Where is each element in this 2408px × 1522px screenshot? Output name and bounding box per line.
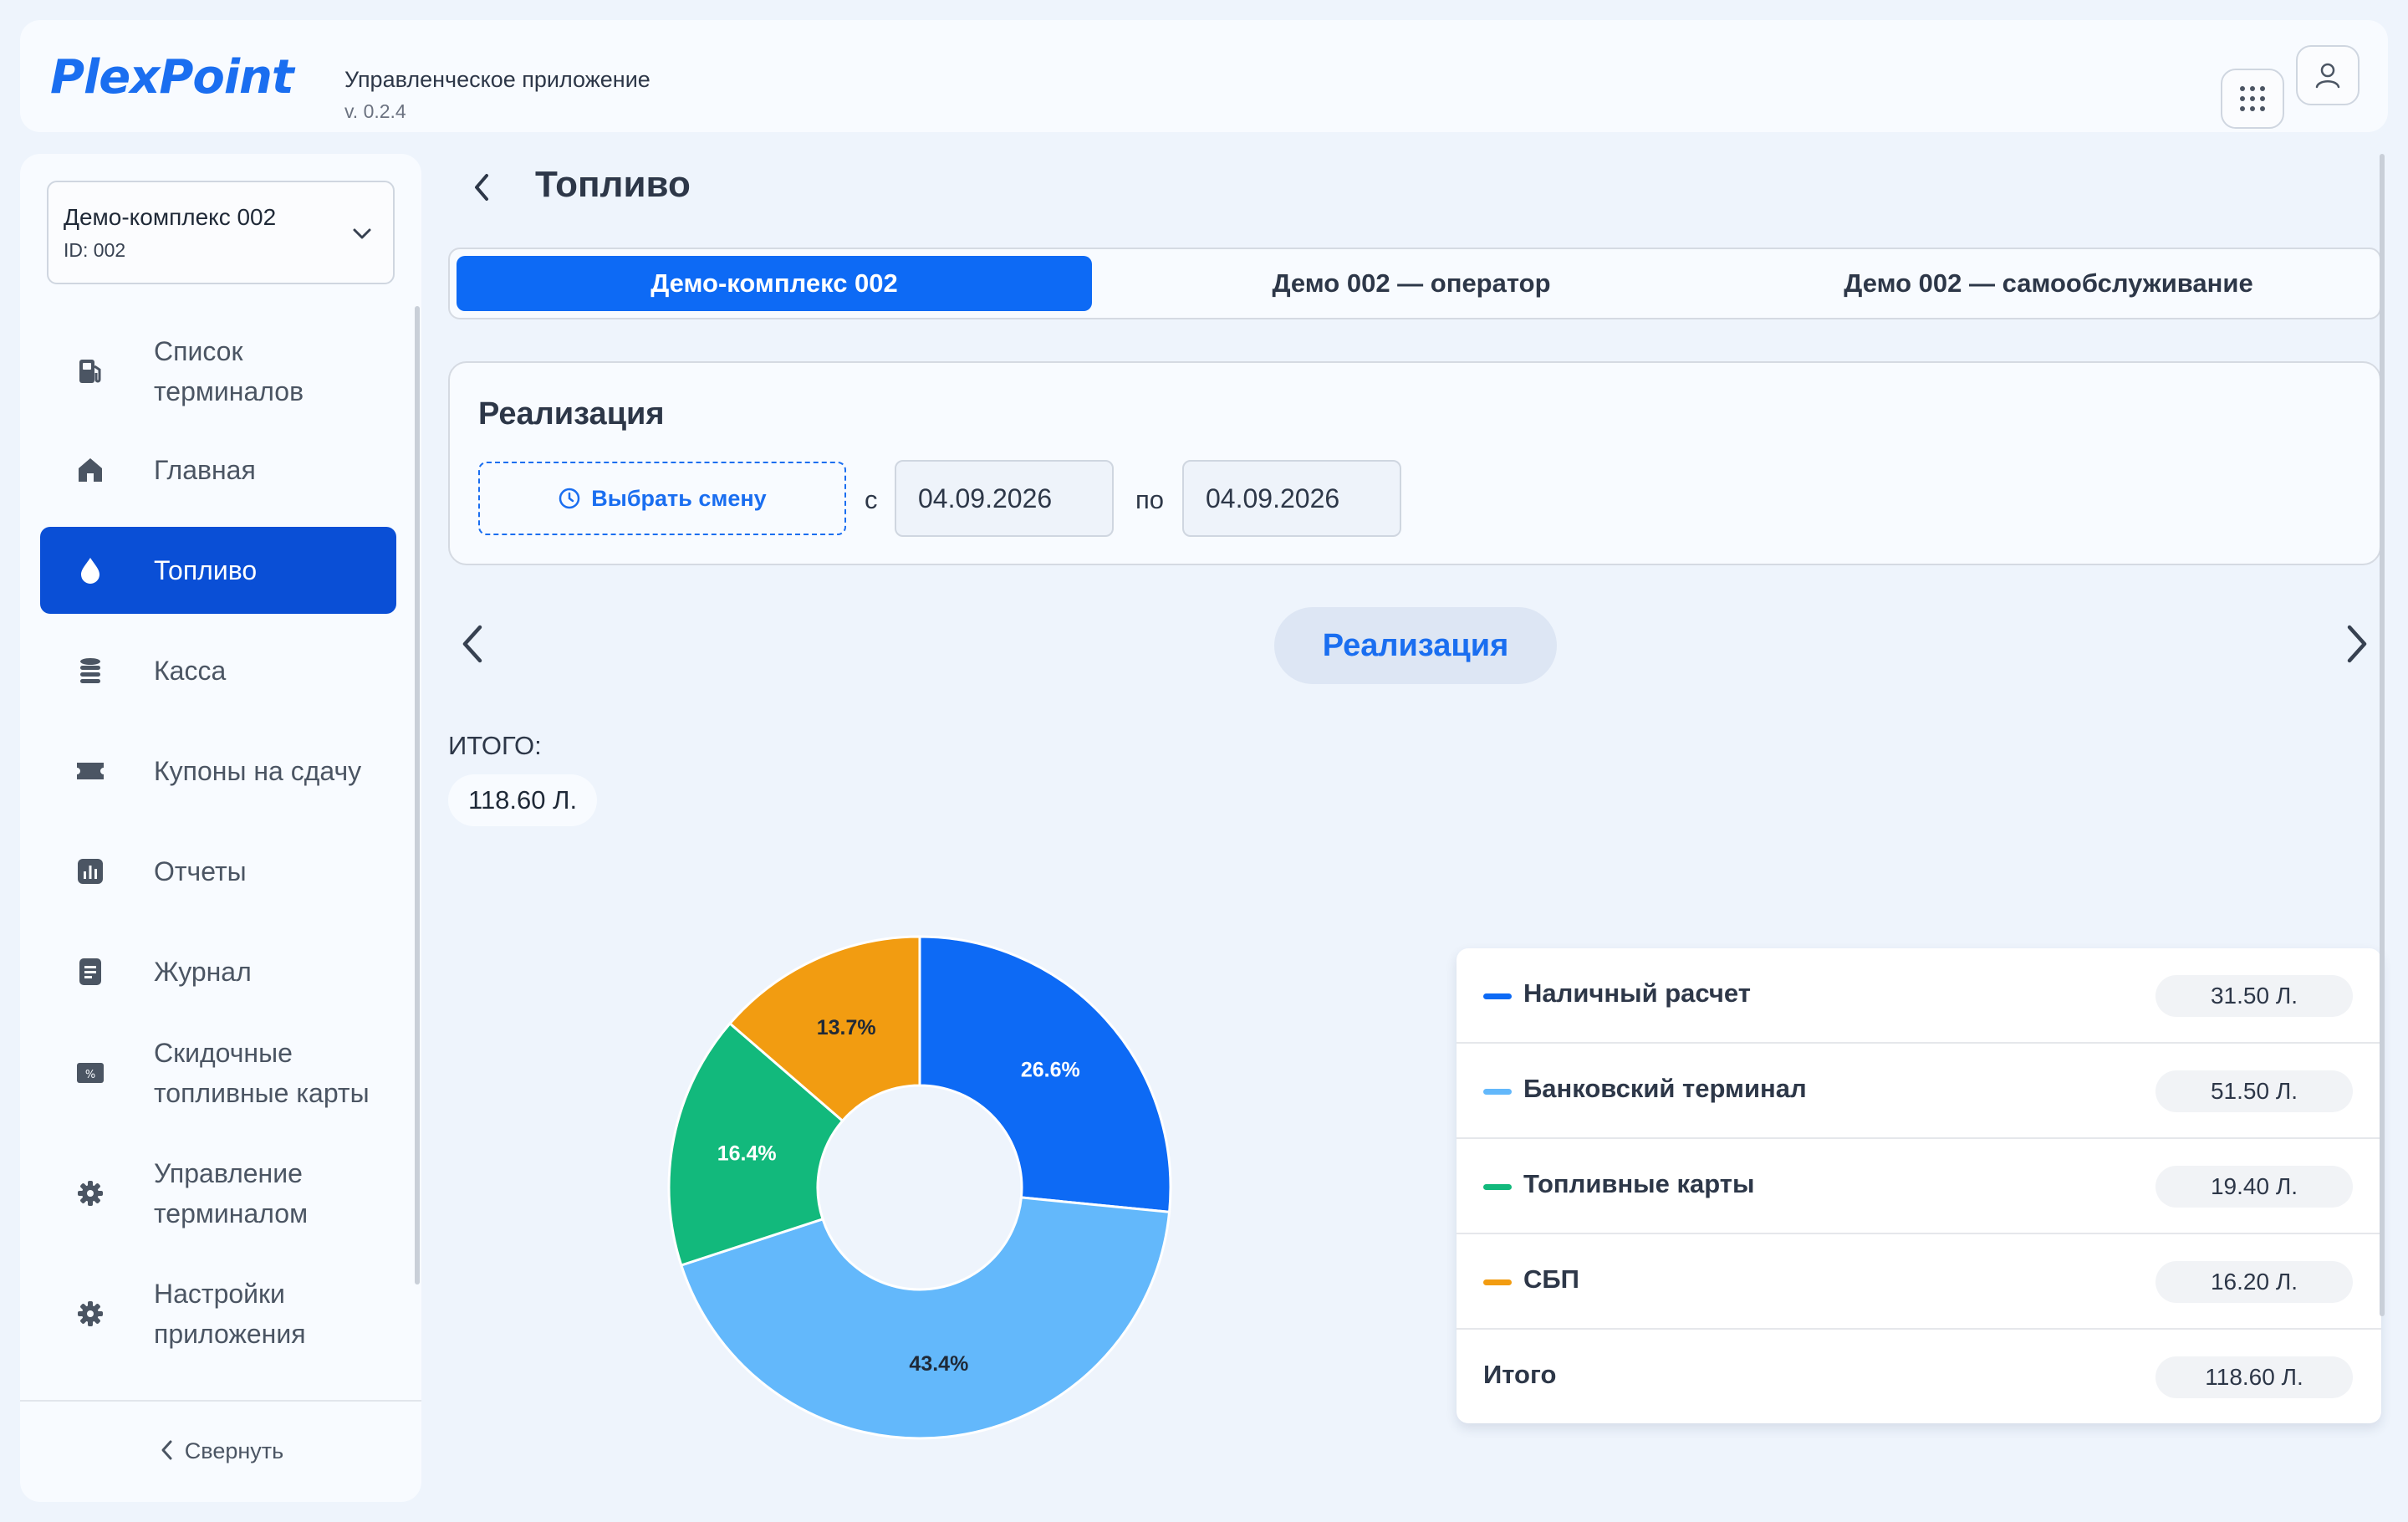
total-value: 118.60 Л. [448,774,598,826]
drop-icon [74,554,107,587]
gear-icon [74,1177,107,1210]
sidebar-item-journal[interactable]: Журнал [40,928,396,1015]
sidebar: Демо-комплекс 002 ID: 002 Список термина… [20,154,421,1502]
svg-text:%: % [85,1069,95,1081]
tab-demo-operator[interactable]: Демо 002 — оператор [1094,256,1729,311]
legend-swatch [1483,993,1512,999]
total-label: ИТОГО: [448,731,542,760]
view-mode-pill: Реализация [1274,607,1557,684]
app-version: v. 0.2.4 [344,100,406,122]
sidebar-divider [20,1400,421,1402]
next-view-icon[interactable] [2341,621,2371,667]
tab-demo-self-service[interactable]: Демо 002 — самообслуживание [1731,256,2366,311]
sidebar-nav: Список терминалов Главная Топливо Касса … [20,318,421,1388]
legend-swatch [1483,1279,1512,1285]
realization-filter-card: Реализация Выбрать смену с 04.09.2026 по… [448,361,2381,565]
clock-icon [559,488,580,509]
profile-button[interactable] [2296,45,2360,105]
chevron-left-icon [161,1440,172,1460]
to-label: по [1135,485,1165,514]
select-shift-label: Выбрать смену [591,485,767,511]
station-select[interactable]: Демо-комплекс 002 ID: 002 [47,181,395,284]
collapse-label: Свернуть [184,1438,284,1463]
to-date-input[interactable]: 04.09.2026 [1182,460,1401,537]
donut-slice-label: 16.4% [717,1142,777,1165]
from-label: с [865,485,878,514]
station-name: Демо-комплекс 002 [64,204,277,230]
sidebar-item-reports[interactable]: Отчеты [40,828,396,915]
sidebar-item-app-settings[interactable]: Настройки приложения [40,1261,396,1366]
grid-icon [2240,86,2265,111]
chevron-down-icon [353,228,371,239]
back-arrow-icon[interactable] [465,167,498,207]
card-title: Реализация [478,396,665,432]
sidebar-item-terminals[interactable]: Список терминалов [40,324,396,418]
page-title: Топливо [535,164,691,205]
donut-slice-label: 13.7% [817,1016,876,1039]
sidebar-item-cash[interactable]: Касса [40,627,396,714]
prev-view-icon[interactable] [458,621,488,667]
ticket-icon [74,754,107,788]
sidebar-item-coupons[interactable]: Купоны на сдачу [40,728,396,815]
legend-row-bank: Банковский терминал 51.50 Л. [1457,1044,2381,1139]
station-tabs: Демо-комплекс 002 Демо 002 — оператор Де… [448,248,2381,319]
sidebar-item-terminal-management[interactable]: Управление терминалом [40,1141,396,1246]
sidebar-item-home[interactable]: Главная [40,426,396,513]
station-id: ID: 002 [64,239,126,261]
apps-grid-button[interactable] [2221,69,2284,129]
legend-row-cash: Наличный расчет 31.50 Л. [1457,948,2381,1044]
from-date-input[interactable]: 04.09.2026 [895,460,1114,537]
app-title: Управленческое приложение [344,67,650,92]
plexpoint-logo[interactable]: PlexPoint [50,40,318,114]
main-scrollbar[interactable] [2380,154,2385,1316]
app-header: PlexPoint Управленческое приложение v. 0… [20,20,2388,132]
legend-row-total: Итого 118.60 Л. [1457,1330,2381,1425]
legend-row-fuel-cards: Топливные карты 19.40 Л. [1457,1139,2381,1234]
legend-row-sbp: СБП 16.20 Л. [1457,1234,2381,1330]
sidebar-item-discount-cards[interactable]: % Скидочные топливные карты [40,1020,396,1126]
home-icon [74,453,107,487]
gear-icon [74,1297,107,1330]
coins-icon [74,654,107,687]
chart-icon [74,855,107,888]
legend-swatch [1483,1089,1512,1095]
user-icon [2315,63,2340,89]
fuel-sales-donut-chart: 26.6% 43.4% 16.4% 13.7% [667,935,1172,1440]
legend-swatch [1483,1184,1512,1190]
sidebar-item-fuel[interactable]: Топливо [40,527,396,614]
tab-demo-complex[interactable]: Демо-комплекс 002 [457,256,1092,311]
select-shift-button[interactable]: Выбрать смену [478,462,846,535]
legend-card: Наличный расчет 31.50 Л. Банковский терм… [1457,948,2381,1423]
sidebar-scrollbar[interactable] [415,306,420,1285]
donut-slice-label: 26.6% [1021,1058,1080,1081]
document-icon [74,955,107,988]
collapse-sidebar-button[interactable]: Свернуть [20,1438,421,1464]
donut-slice-label: 43.4% [909,1352,968,1376]
fuel-pump-icon [74,355,107,388]
discount-card-icon: % [74,1056,107,1090]
